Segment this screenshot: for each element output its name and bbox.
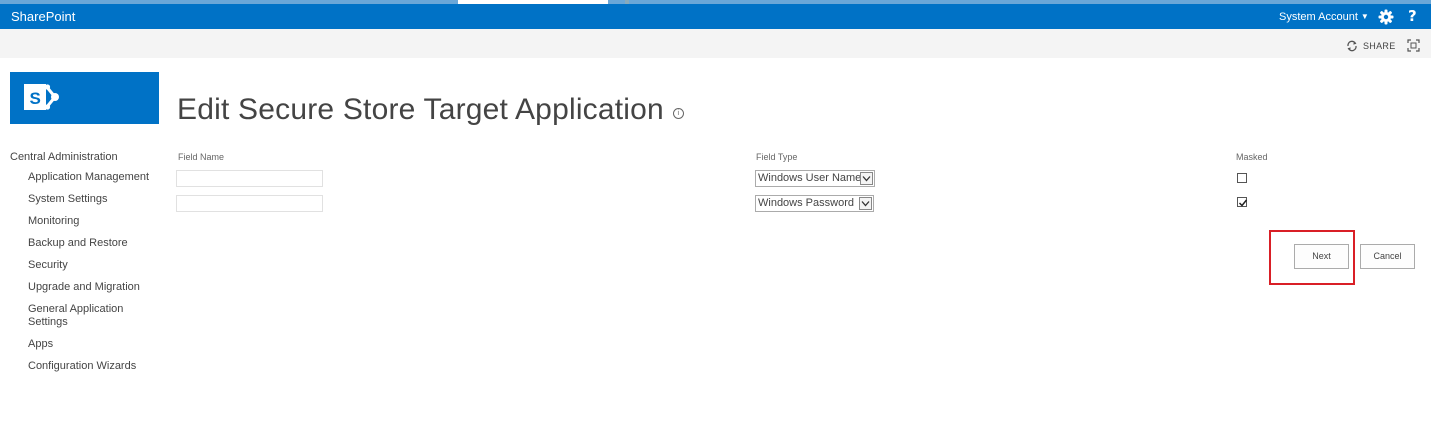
- quick-launch-item-upgrade-and-migration[interactable]: Upgrade and Migration: [10, 281, 160, 294]
- quick-launch-item-general-application-settings[interactable]: General Application Settings: [10, 303, 160, 329]
- share-icon[interactable]: [1346, 40, 1358, 52]
- quick-launch: Central Administration Application Manag…: [10, 150, 160, 373]
- sharepoint-logo-icon: S: [24, 84, 59, 110]
- focus-on-content-icon[interactable]: [1407, 39, 1420, 52]
- page-title-text: Edit Secure Store Target Application: [177, 93, 664, 126]
- field-name-input-2[interactable]: [176, 195, 323, 212]
- quick-launch-item-apps[interactable]: Apps: [10, 338, 160, 351]
- column-header-masked: Masked: [1236, 152, 1268, 162]
- account-name: System Account: [1279, 11, 1358, 23]
- quick-launch-heading[interactable]: Central Administration: [10, 150, 160, 168]
- field-type-select-2-value: Windows Password: [758, 197, 854, 209]
- page-title: Edit Secure Store Target Application i: [177, 92, 684, 128]
- quick-launch-item-backup-and-restore[interactable]: Backup and Restore: [10, 237, 160, 250]
- column-header-field-name: Field Name: [178, 152, 225, 162]
- next-button[interactable]: Next: [1294, 244, 1349, 269]
- account-menu[interactable]: System Account ▼: [1279, 10, 1369, 24]
- quick-launch-item-monitoring[interactable]: Monitoring: [10, 215, 160, 228]
- quick-launch-item-security[interactable]: Security: [10, 259, 160, 272]
- cancel-button[interactable]: Cancel: [1360, 244, 1415, 269]
- help-icon[interactable]: ?: [1408, 7, 1417, 25]
- field-type-select-1-value: Windows User Name: [758, 172, 862, 184]
- field-type-select-2[interactable]: Windows Password: [755, 195, 874, 212]
- suite-bar: SharePoint System Account ▼ ?: [0, 4, 1431, 29]
- masked-checkbox-2[interactable]: [1237, 197, 1248, 207]
- gear-icon[interactable]: [1378, 9, 1394, 25]
- quick-launch-item-application-management[interactable]: Application Management: [10, 171, 160, 184]
- chevron-down-icon[interactable]: [859, 197, 872, 210]
- field-type-select-1[interactable]: Windows User Name: [755, 170, 875, 187]
- info-icon[interactable]: i: [672, 108, 684, 119]
- quick-launch-item-system-settings[interactable]: System Settings: [10, 193, 160, 206]
- ribbon-bar: SHARE: [0, 29, 1431, 58]
- checkmark-icon: [1238, 199, 1248, 207]
- share-button[interactable]: SHARE: [1363, 40, 1396, 52]
- field-name-input-1[interactable]: [176, 170, 323, 187]
- chevron-down-icon[interactable]: [860, 172, 873, 185]
- svg-text:S: S: [30, 89, 41, 108]
- site-logo[interactable]: S: [10, 72, 159, 124]
- masked-checkbox-1[interactable]: [1237, 173, 1247, 183]
- suite-brand-link[interactable]: SharePoint: [11, 9, 75, 24]
- column-header-field-type: Field Type: [756, 152, 798, 162]
- chevron-down-icon: ▼: [1360, 12, 1369, 21]
- quick-launch-item-configuration-wizards[interactable]: Configuration Wizards: [10, 360, 160, 373]
